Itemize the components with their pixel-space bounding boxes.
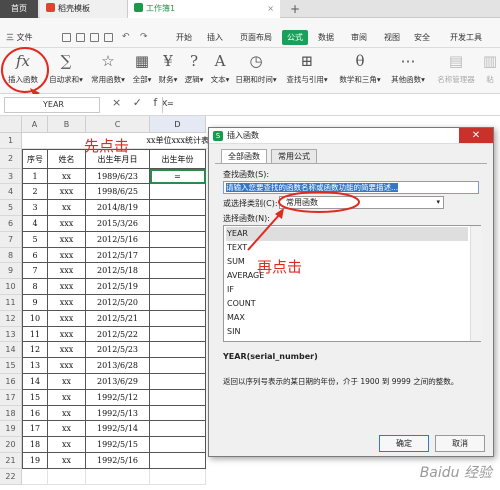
category-highlight — [278, 191, 360, 213]
dialog-annotation-overlay — [247, 191, 360, 251]
watermark: Baidu 经验 — [419, 465, 492, 481]
annotation-second-click: 再点击 — [257, 258, 303, 276]
second-arrow — [247, 213, 281, 251]
